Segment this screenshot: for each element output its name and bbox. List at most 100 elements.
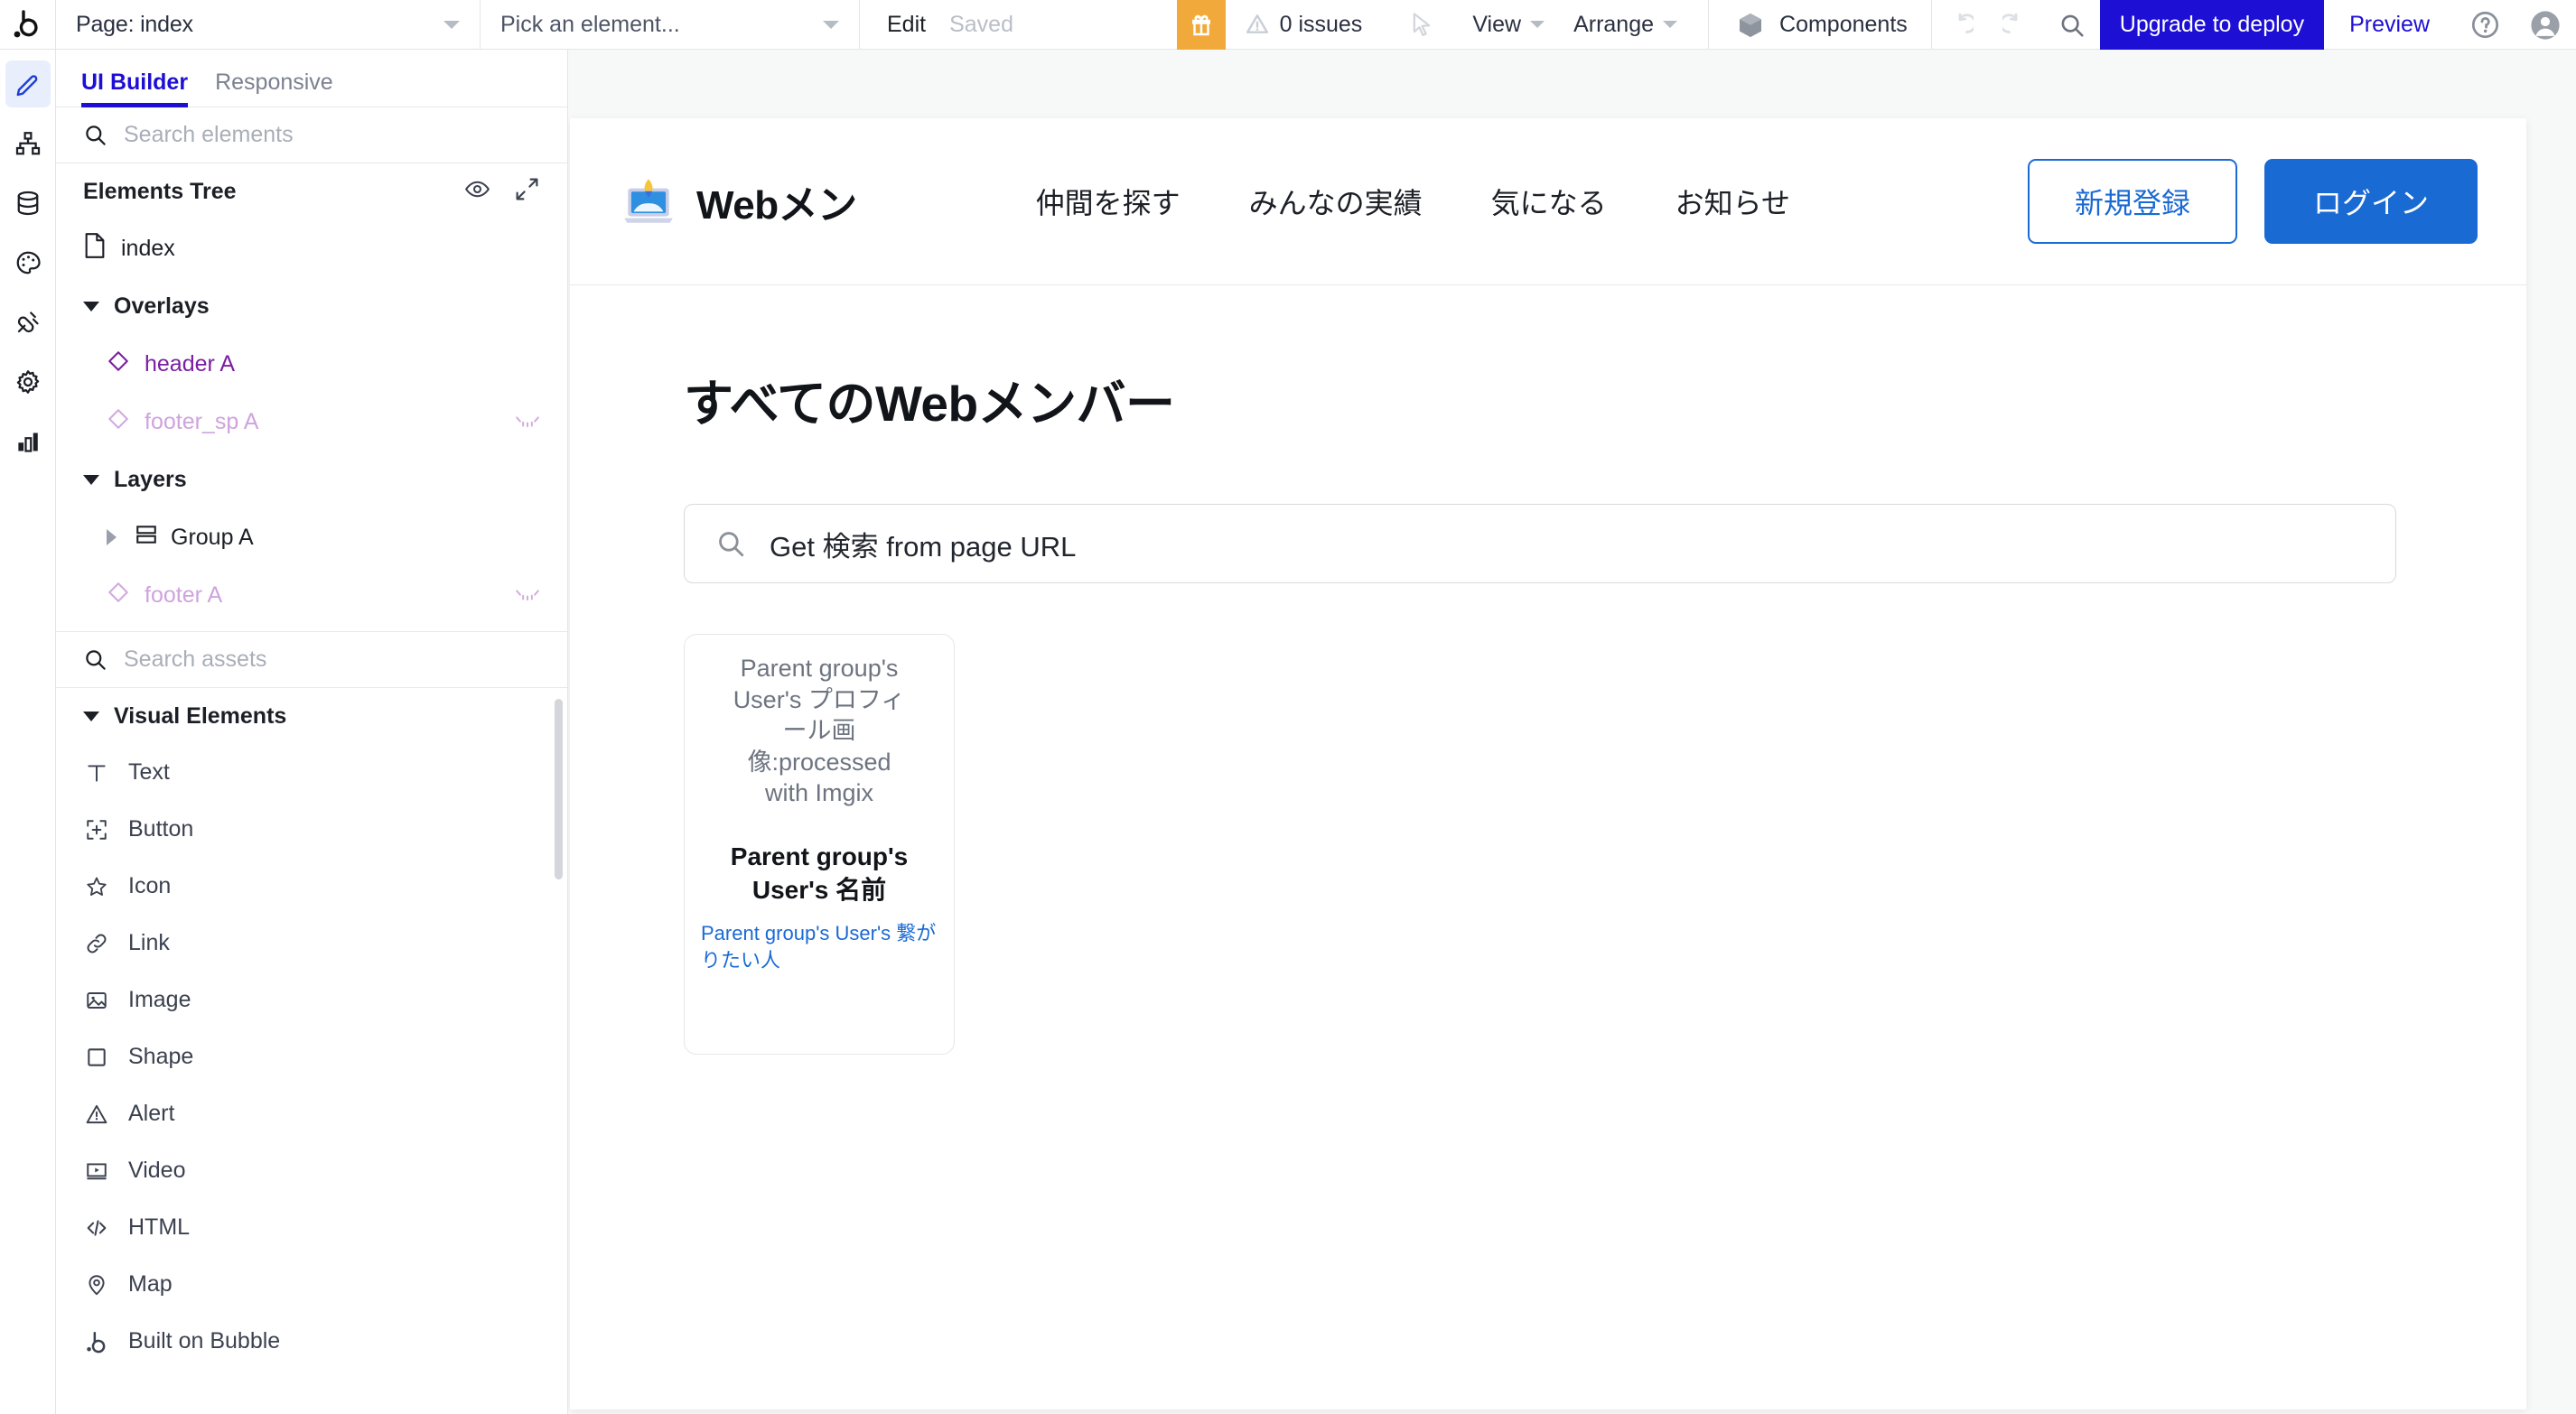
tree-item-index[interactable]: index	[56, 219, 567, 277]
member-search-wrap: Get 検索 from page URL	[684, 504, 2396, 583]
nav-item-achievements[interactable]: みんなの実績	[1215, 181, 1457, 222]
rail-item-plugins[interactable]	[5, 299, 51, 346]
rail-item-workflow[interactable]	[5, 120, 51, 167]
eye-off-icon[interactable]	[515, 409, 540, 435]
tab-responsive[interactable]: Responsive	[215, 70, 333, 107]
triangle-down-icon[interactable]	[83, 301, 99, 312]
user-avatar-icon[interactable]	[2515, 0, 2576, 50]
member-interest-link[interactable]: Parent group's User's 繋がりたい人	[699, 920, 939, 974]
member-name: Parent group's User's 名前	[730, 842, 909, 904]
member-card[interactable]: Parent group's User's プロフィール画像:processed…	[684, 634, 955, 1055]
bubble-editor-window: Page: index Pick an element... Edit Save…	[0, 0, 2576, 1414]
tab-ui-builder[interactable]: UI Builder	[81, 70, 189, 107]
cursor-arrow-icon[interactable]	[1386, 0, 1458, 49]
asset-item-image[interactable]: Image	[56, 972, 567, 1028]
assets-list: Visual Elements Text Button Icon Link Im…	[56, 688, 567, 1414]
warning-triangle-icon	[1246, 14, 1268, 33]
search-elements-input[interactable]: Search elements	[124, 122, 294, 148]
tree-group-label: Layers	[114, 466, 187, 492]
nav-item-find-peers[interactable]: 仲間を探す	[1002, 181, 1215, 222]
triangle-down-icon[interactable]	[83, 711, 99, 721]
tree-item-group-a[interactable]: Group A	[56, 508, 567, 566]
login-button[interactable]: ログイン	[2263, 159, 2478, 244]
nav-item-news[interactable]: お知らせ	[1641, 181, 1825, 222]
components-button[interactable]: Components	[1708, 0, 1932, 50]
rail-item-settings[interactable]	[5, 358, 51, 405]
edit-status-group: Edit Saved	[860, 0, 1037, 49]
rail-item-logs[interactable]	[5, 418, 51, 465]
undo-icon[interactable]	[1932, 0, 1988, 50]
map-pin-icon	[83, 1273, 110, 1297]
asset-item-map[interactable]: Map	[56, 1256, 567, 1313]
visual-elements-label: Visual Elements	[114, 702, 287, 729]
asset-item-label: Icon	[128, 873, 172, 898]
gear-settings-icon	[16, 370, 39, 394]
chevron-down-icon	[1663, 21, 1678, 28]
rail-item-data[interactable]	[5, 180, 51, 227]
rail-item-styles[interactable]	[5, 239, 51, 286]
tree-group-layers[interactable]: Layers	[56, 451, 567, 508]
rail-item-design[interactable]	[5, 60, 51, 107]
shape-square-icon	[83, 1046, 110, 1069]
expand-diagonal-icon[interactable]	[514, 176, 540, 207]
question-circle-icon[interactable]	[2455, 0, 2515, 50]
preview-label: Preview	[2349, 11, 2430, 37]
tree-group-overlays[interactable]: Overlays	[56, 277, 567, 335]
asset-item-video[interactable]: Video	[56, 1142, 567, 1199]
edit-label[interactable]: Edit	[887, 12, 926, 38]
search-assets-input[interactable]: Search assets	[124, 647, 266, 673]
tree-item-label: index	[121, 235, 175, 261]
signup-button[interactable]: 新規登録	[2027, 159, 2237, 244]
palette-styles-icon	[16, 251, 41, 274]
asset-item-icon[interactable]: Icon	[56, 858, 567, 915]
pencil-design-icon	[16, 75, 37, 97]
issues-indicator[interactable]: 0 issues	[1226, 0, 1386, 49]
bubble-b-icon	[83, 1330, 110, 1354]
page-selector-label: Page: index	[76, 11, 193, 37]
chevron-down-icon	[823, 20, 839, 29]
assets-scrollbar[interactable]	[555, 699, 563, 879]
eye-off-icon[interactable]	[515, 582, 540, 609]
visual-elements-section-header[interactable]: Visual Elements	[56, 688, 567, 744]
member-search-input[interactable]: Get 検索 from page URL	[684, 504, 2396, 583]
search-elements-row[interactable]: Search elements	[56, 107, 567, 163]
redo-icon[interactable]	[1988, 0, 2044, 50]
triangle-right-icon[interactable]	[107, 529, 117, 545]
asset-item-link[interactable]: Link	[56, 915, 567, 972]
button-plus-icon	[83, 818, 110, 842]
tree-item-header-a[interactable]: header A	[56, 335, 567, 393]
tree-item-label: header A	[145, 350, 236, 377]
page-selector[interactable]: Page: index	[56, 0, 481, 49]
asset-item-alert[interactable]: Alert	[56, 1085, 567, 1142]
asset-item-html[interactable]: HTML	[56, 1199, 567, 1256]
design-canvas[interactable]: Webメン 仲間を探す みんなの実績 気になる お知らせ 新規登録 ログイン す…	[568, 50, 2576, 1414]
view-menu-label: View	[1472, 11, 1522, 37]
gift-icon[interactable]	[1176, 0, 1226, 50]
tree-item-footer-sp-a[interactable]: footer_sp A	[56, 393, 567, 451]
tree-item-footer-a[interactable]: footer A	[56, 566, 567, 624]
search-icon	[719, 532, 744, 557]
preview-button[interactable]: Preview	[2324, 0, 2455, 49]
workflow-sitemap-icon	[15, 132, 40, 155]
asset-item-label: Built on Bubble	[128, 1328, 281, 1354]
upgrade-to-deploy-button[interactable]: Upgrade to deploy	[2099, 0, 2325, 50]
nav-item-interested[interactable]: 気になる	[1457, 181, 1641, 222]
text-t-icon	[83, 761, 110, 785]
tab-responsive-label: Responsive	[215, 70, 333, 95]
editor-body: UI Builder Responsive Search elements El…	[0, 50, 2576, 1414]
asset-item-shape[interactable]: Shape	[56, 1028, 567, 1085]
chevron-down-icon	[443, 20, 460, 29]
element-picker[interactable]: Pick an element...	[481, 0, 860, 49]
eye-icon[interactable]	[464, 176, 490, 207]
site-brand[interactable]: Webメン	[619, 170, 857, 234]
asset-item-built-on-bubble[interactable]: Built on Bubble	[56, 1313, 567, 1370]
asset-item-text[interactable]: Text	[56, 744, 567, 801]
search-assets-row[interactable]: Search assets	[56, 632, 567, 688]
arrange-menu[interactable]: Arrange	[1559, 0, 1692, 49]
bubble-logo-icon[interactable]	[0, 0, 56, 49]
diamond-reusable-icon	[107, 581, 130, 610]
asset-item-button[interactable]: Button	[56, 801, 567, 858]
view-menu[interactable]: View	[1458, 0, 1559, 49]
search-icon[interactable]	[2044, 0, 2100, 50]
triangle-down-icon[interactable]	[83, 474, 99, 485]
